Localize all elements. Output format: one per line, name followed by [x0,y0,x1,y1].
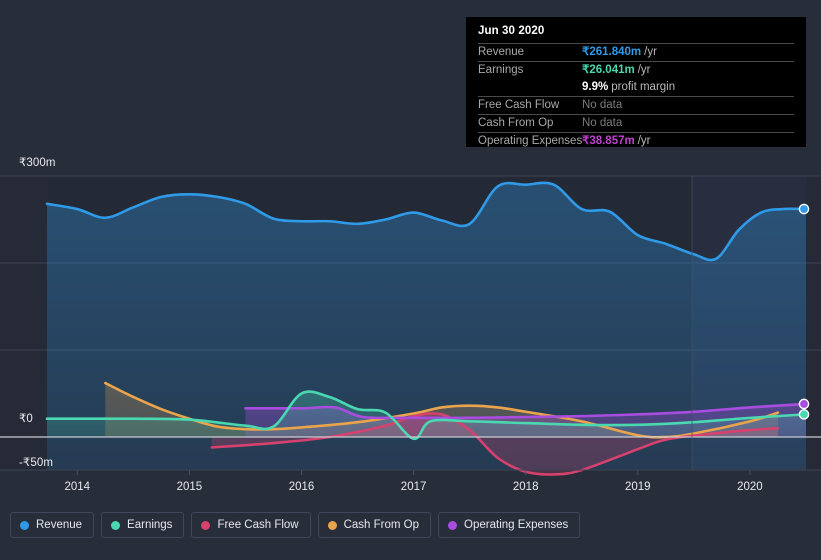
x-axis-label-2014: 2014 [64,481,91,493]
x-axis-label-2018: 2018 [512,481,539,493]
tooltip-row-free-cash-flow: Free Cash Flow No data [478,96,794,114]
legend-item-label: Earnings [127,519,173,531]
tooltip-row-value: ₹26.041m [582,64,635,76]
tooltip-row-value: ₹38.857m [582,135,635,147]
tooltip-row-label: Cash From Op [478,117,554,129]
tooltip-row-value: No data [582,99,623,111]
tooltip-row-operating-expenses: Operating Expenses ₹38.857m/yr [478,132,794,150]
tooltip-row-unit: profit margin [611,81,676,93]
tooltip-row-value: 9.9% [582,81,609,93]
legend-item-label: Free Cash Flow [217,519,299,531]
legend-item-cash-from-op[interactable]: Cash From Op [317,512,432,538]
operating-expenses-end-marker [798,398,810,410]
y-axis-label-300m: ₹300m [19,157,56,169]
tooltip-row-revenue: Revenue ₹261.840m/yr [478,43,794,61]
tooltip-row-label: Operating Expenses [478,135,583,147]
legend-item-label: Cash From Op [343,519,420,531]
tooltip-date: Jun 30 2020 [478,25,545,37]
x-axis-label-2016: 2016 [288,481,315,493]
legend-item-label: Revenue [36,519,83,531]
tooltip-row-earnings: Earnings ₹26.041m/yr [478,61,794,79]
x-axis-label-2019: 2019 [625,481,651,493]
tooltip-row-label: Free Cash Flow [478,99,560,111]
tooltip-row-cash-from-op: Cash From Op No data [478,114,794,132]
x-axis-label-2017: 2017 [400,481,427,493]
legend-item-earnings[interactable]: Earnings [101,512,185,538]
tooltip-row-unit: /yr [637,135,651,147]
tooltip-row-unit: /yr [644,46,657,58]
legend-color-dot-icon [20,520,29,530]
tooltip-row-profit-margin: 9.9% profit margin [478,79,794,96]
tooltip-row-label: Earnings [478,64,524,76]
tooltip-row-value: No data [582,117,623,129]
legend-item-free-cash-flow[interactable]: Free Cash Flow [191,512,311,538]
legend-color-dot-icon [201,520,211,530]
revenue-end-marker [798,203,810,215]
x-axis-label-2015: 2015 [176,481,203,493]
tooltip-row-value: ₹261.840m [582,46,642,58]
tooltip-row-unit: /yr [637,64,651,76]
legend-color-dot-icon [448,520,458,530]
legend-color-dot-icon [111,520,121,530]
chart-tooltip: Jun 30 2020 Revenue ₹261.840m/yr Earnings ₹… [466,17,806,147]
y-axis-label-neg50m: -₹50m [19,457,54,469]
tooltip-row-label: Revenue [478,46,525,58]
legend-item-operating-expenses[interactable]: Operating Expenses [438,512,581,538]
financial-area-chart: ₹300m ₹0 -₹50m 2014 2015 2016 2017 2018 2019 2… [0,0,821,560]
earnings-end-marker [798,409,810,420]
legend-color-dot-icon [327,520,337,530]
legend-item-revenue[interactable]: Revenue [10,512,95,538]
y-axis-label-zero: ₹0 [19,413,33,425]
chart-legend[interactable]: Revenue Earnings Free Cash Flow Cash From O… [10,512,581,538]
tooltip-rows: Revenue ₹261.840m/yr Earnings ₹26.041m/yr 9.… [478,43,794,150]
x-axis-label-2020: 2020 [737,481,763,493]
legend-item-label: Operating Expenses [464,519,569,531]
